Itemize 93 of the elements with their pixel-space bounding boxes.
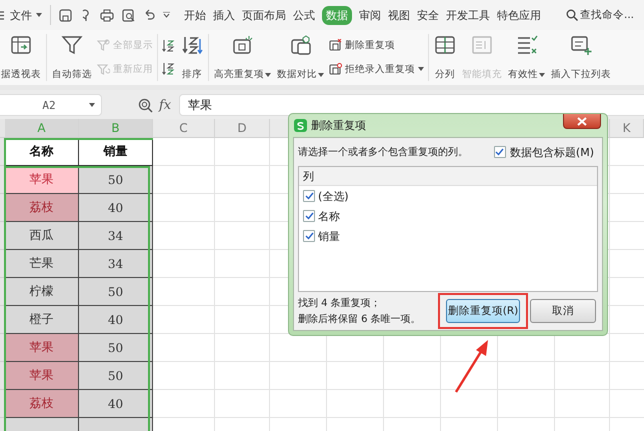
checkbox[interactable]: [303, 210, 315, 222]
ribbon-tab[interactable]: 特色应用: [497, 6, 541, 24]
more-icon[interactable]: [163, 12, 170, 18]
summary-text: 删除后将保留 6 条唯一项。: [298, 312, 421, 326]
list-header: 列: [299, 167, 597, 186]
insert-list-icon: [570, 34, 592, 56]
table-header-cell: 销量: [79, 138, 153, 166]
ribbon-button[interactable]: 数据对比: [276, 30, 325, 85]
column-header[interactable]: D: [215, 119, 270, 138]
ribbon-button[interactable]: 插入下拉列表: [550, 30, 612, 85]
table-cell: 苹果: [5, 166, 79, 194]
dropdown-caret-icon: [539, 72, 545, 76]
compare-icon: [290, 34, 312, 56]
checkbox[interactable]: [494, 146, 506, 158]
checkbox-label: 数据包含标题(M): [510, 144, 594, 160]
ribbon-tab[interactable]: 开发工具: [446, 6, 490, 24]
file-menu[interactable]: 文件: [10, 8, 32, 22]
print-icon[interactable]: [100, 8, 114, 22]
close-icon: [577, 116, 587, 126]
table-icon: [10, 34, 32, 56]
table-cell: 50: [79, 334, 153, 362]
app-icon: [294, 119, 307, 132]
ribbon-tab[interactable]: 插入: [213, 6, 235, 24]
table-header-cell: 名称: [5, 138, 79, 166]
table-cell: 荔枝: [5, 194, 79, 222]
table-cell: 柠檬: [5, 278, 79, 306]
funnel-icon: [97, 62, 110, 76]
table-cell: 荔枝: [5, 390, 79, 418]
print-preview-icon[interactable]: [122, 8, 135, 22]
table-cell: 34: [79, 222, 153, 250]
table-cell: 苹果: [5, 362, 79, 390]
dropdown-caret-icon: [418, 67, 424, 72]
table-cell: 40: [79, 306, 153, 334]
close-button[interactable]: [563, 114, 601, 129]
search-icon[interactable]: [566, 9, 578, 21]
menu-icon[interactable]: [0, 10, 4, 20]
split-column-icon: [434, 34, 456, 56]
ribbon-button[interactable]: 有效性: [507, 30, 546, 85]
table-cell: 橙子: [5, 306, 79, 334]
table-cell: 50: [79, 362, 153, 390]
table-cell: 50: [79, 166, 153, 194]
corner-cell[interactable]: [0, 119, 5, 138]
save-icon[interactable]: [59, 8, 72, 22]
highlight-icon: [232, 34, 254, 56]
table-cell: 西瓜: [5, 222, 79, 250]
ribbon-button[interactable]: 拒绝录入重复项: [329, 60, 424, 78]
ribbon-tab[interactable]: 页面布局: [242, 6, 286, 24]
ribbon-button[interactable]: 删除重复项: [329, 36, 424, 55]
dropdown-caret-icon: [318, 72, 324, 76]
ribbon-button[interactable]: 分列: [433, 30, 457, 85]
table-icon: [329, 39, 342, 52]
table-cell: 50: [79, 278, 153, 306]
cancel-button[interactable]: 取消: [530, 299, 596, 323]
column-option: 销量: [318, 228, 340, 244]
checkbox[interactable]: [303, 230, 315, 242]
funnel-icon: [97, 39, 110, 52]
ribbon-button[interactable]: 据透视表: [0, 30, 42, 85]
table-cell: 34: [79, 250, 153, 278]
column-option: (全选): [318, 188, 349, 204]
summary-text: 找到 4 条重复项；: [298, 296, 382, 310]
ribbon-button[interactable]: 排序: [180, 30, 204, 85]
zoom-icon[interactable]: [138, 98, 153, 112]
dropdown-caret-icon: [89, 103, 95, 107]
dialog-prompt: 请选择一个或者多个包含重复项的列。: [298, 146, 468, 159]
dropdown-caret-icon: [265, 72, 271, 76]
dialog-title: 删除重复项: [311, 118, 366, 133]
fill-icon: [471, 34, 493, 56]
table-cell: 40: [79, 194, 153, 222]
cell-name-box[interactable]: A2: [0, 94, 102, 116]
ribbon-tab[interactable]: 开始: [184, 6, 206, 24]
ribbon-tab[interactable]: 公式: [293, 6, 315, 24]
undo-icon[interactable]: [143, 9, 155, 21]
formula-field[interactable]: 苹果: [179, 94, 644, 116]
funnel-icon: [61, 34, 83, 56]
column-header[interactable]: K: [610, 119, 644, 138]
sort-icon: [181, 34, 203, 56]
table-cell: 苹果: [5, 334, 79, 362]
table-cell: 芒果: [5, 250, 79, 278]
ribbon-tab[interactable]: 视图: [388, 6, 410, 24]
function-label[interactable]: fx: [159, 98, 172, 112]
ribbon-button[interactable]: 自动筛选: [51, 30, 93, 85]
callout-arrow: [454, 340, 488, 393]
table-icon: [329, 62, 342, 76]
validation-icon: [516, 34, 538, 56]
table-cell: 40: [79, 390, 153, 418]
search-field[interactable]: 查找命令...: [580, 9, 644, 21]
column-header[interactable]: C: [153, 119, 215, 138]
column-option: 名称: [318, 208, 340, 224]
ribbon-tab[interactable]: 审阅: [359, 6, 381, 24]
ribbon-tab[interactable]: 安全: [417, 6, 439, 24]
delete-duplicates-button[interactable]: 删除重复项(R): [446, 299, 520, 323]
checkbox[interactable]: [303, 190, 315, 202]
ribbon-button[interactable]: 高亮重复项: [213, 30, 272, 85]
